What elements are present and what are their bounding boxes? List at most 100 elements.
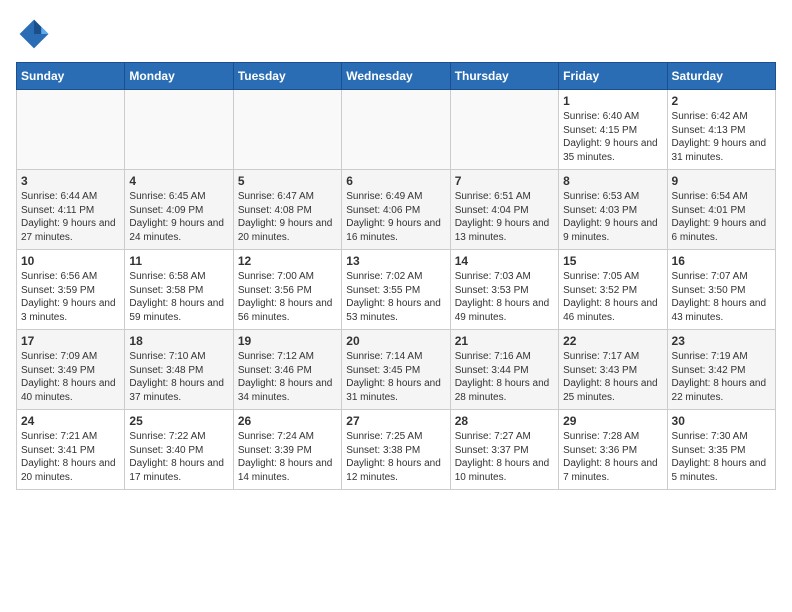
day-number: 22 [563,334,662,348]
day-info: Sunrise: 7:05 AM Sunset: 3:52 PM Dayligh… [563,270,662,324]
calendar-cell [125,90,233,170]
col-header-saturday: Saturday [667,63,775,90]
day-number: 10 [21,254,120,268]
day-info: Sunrise: 6:45 AM Sunset: 4:09 PM Dayligh… [129,190,228,244]
day-info: Sunrise: 7:03 AM Sunset: 3:53 PM Dayligh… [455,270,554,324]
day-number: 7 [455,174,554,188]
day-info: Sunrise: 7:12 AM Sunset: 3:46 PM Dayligh… [238,350,337,404]
calendar-cell: 14 Sunrise: 7:03 AM Sunset: 3:53 PM Dayli… [450,250,558,330]
logo-icon [16,16,52,52]
day-number: 29 [563,414,662,428]
day-number: 11 [129,254,228,268]
calendar-cell [342,90,450,170]
calendar-cell: 20 Sunrise: 7:14 AM Sunset: 3:45 PM Dayli… [342,330,450,410]
calendar-cell: 26 Sunrise: 7:24 AM Sunset: 3:39 PM Dayli… [233,410,341,490]
day-info: Sunrise: 7:30 AM Sunset: 3:35 PM Dayligh… [672,430,771,484]
col-header-wednesday: Wednesday [342,63,450,90]
day-number: 1 [563,94,662,108]
day-info: Sunrise: 6:47 AM Sunset: 4:08 PM Dayligh… [238,190,337,244]
day-info: Sunrise: 6:54 AM Sunset: 4:01 PM Dayligh… [672,190,771,244]
day-number: 14 [455,254,554,268]
day-info: Sunrise: 7:00 AM Sunset: 3:56 PM Dayligh… [238,270,337,324]
day-info: Sunrise: 7:02 AM Sunset: 3:55 PM Dayligh… [346,270,445,324]
day-number: 5 [238,174,337,188]
day-info: Sunrise: 7:27 AM Sunset: 3:37 PM Dayligh… [455,430,554,484]
day-number: 30 [672,414,771,428]
col-header-monday: Monday [125,63,233,90]
calendar-cell: 13 Sunrise: 7:02 AM Sunset: 3:55 PM Dayli… [342,250,450,330]
calendar-cell: 11Sunrise: 6:58 AM Sunset: 3:58 PM Dayli… [125,250,233,330]
calendar-cell: 5 Sunrise: 6:47 AM Sunset: 4:08 PM Daylig… [233,170,341,250]
day-info: Sunrise: 7:14 AM Sunset: 3:45 PM Dayligh… [346,350,445,404]
calendar-cell: 25Sunrise: 7:22 AM Sunset: 3:40 PM Dayli… [125,410,233,490]
day-info: Sunrise: 7:25 AM Sunset: 3:38 PM Dayligh… [346,430,445,484]
calendar-header-row: SundayMondayTuesdayWednesdayThursdayFrid… [17,63,776,90]
day-number: 28 [455,414,554,428]
day-info: Sunrise: 7:09 AM Sunset: 3:49 PM Dayligh… [21,350,120,404]
day-number: 17 [21,334,120,348]
day-number: 3 [21,174,120,188]
day-number: 18 [129,334,228,348]
day-number: 24 [21,414,120,428]
day-number: 13 [346,254,445,268]
calendar-cell: 9 Sunrise: 6:54 AM Sunset: 4:01 PM Daylig… [667,170,775,250]
calendar-cell: 1 Sunrise: 6:40 AM Sunset: 4:15 PM Daylig… [559,90,667,170]
calendar-cell: 7Sunrise: 6:51 AM Sunset: 4:04 PM Daylig… [450,170,558,250]
day-number: 9 [672,174,771,188]
day-info: Sunrise: 7:16 AM Sunset: 3:44 PM Dayligh… [455,350,554,404]
calendar-cell: 22 Sunrise: 7:17 AM Sunset: 3:43 PM Dayli… [559,330,667,410]
calendar-cell: 18 Sunrise: 7:10 AM Sunset: 3:48 PM Dayli… [125,330,233,410]
calendar-cell [450,90,558,170]
day-info: Sunrise: 7:28 AM Sunset: 3:36 PM Dayligh… [563,430,662,484]
day-number: 15 [563,254,662,268]
day-number: 26 [238,414,337,428]
calendar-cell: 12Sunrise: 7:00 AM Sunset: 3:56 PM Dayli… [233,250,341,330]
calendar-cell: 21 Sunrise: 7:16 AM Sunset: 3:44 PM Dayli… [450,330,558,410]
calendar-cell: 2Sunrise: 6:42 AM Sunset: 4:13 PM Daylig… [667,90,775,170]
calendar-week-row: 24 Sunrise: 7:21 AM Sunset: 3:41 PM Dayli… [17,410,776,490]
day-info: Sunrise: 6:40 AM Sunset: 4:15 PM Dayligh… [563,110,662,164]
day-number: 19 [238,334,337,348]
calendar-week-row: 3 Sunrise: 6:44 AM Sunset: 4:11 PM Daylig… [17,170,776,250]
calendar-cell: 17 Sunrise: 7:09 AM Sunset: 3:49 PM Dayli… [17,330,125,410]
day-info: Sunrise: 7:21 AM Sunset: 3:41 PM Dayligh… [21,430,120,484]
calendar-cell: 27 Sunrise: 7:25 AM Sunset: 3:38 PM Dayli… [342,410,450,490]
calendar-cell: 15 Sunrise: 7:05 AM Sunset: 3:52 PM Dayli… [559,250,667,330]
calendar-cell: 6Sunrise: 6:49 AM Sunset: 4:06 PM Daylig… [342,170,450,250]
day-info: Sunrise: 7:19 AM Sunset: 3:42 PM Dayligh… [672,350,771,404]
calendar-cell: 10 Sunrise: 6:56 AM Sunset: 3:59 PM Dayli… [17,250,125,330]
col-header-tuesday: Tuesday [233,63,341,90]
day-number: 21 [455,334,554,348]
day-number: 2 [672,94,771,108]
day-info: Sunrise: 7:17 AM Sunset: 3:43 PM Dayligh… [563,350,662,404]
calendar-cell: 29 Sunrise: 7:28 AM Sunset: 3:36 PM Dayli… [559,410,667,490]
logo [16,16,56,52]
day-number: 23 [672,334,771,348]
day-number: 16 [672,254,771,268]
day-info: Sunrise: 7:07 AM Sunset: 3:50 PM Dayligh… [672,270,771,324]
calendar-week-row: 1 Sunrise: 6:40 AM Sunset: 4:15 PM Daylig… [17,90,776,170]
calendar-cell: 8 Sunrise: 6:53 AM Sunset: 4:03 PM Daylig… [559,170,667,250]
calendar-cell: 4Sunrise: 6:45 AM Sunset: 4:09 PM Daylig… [125,170,233,250]
day-info: Sunrise: 6:49 AM Sunset: 4:06 PM Dayligh… [346,190,445,244]
day-info: Sunrise: 7:24 AM Sunset: 3:39 PM Dayligh… [238,430,337,484]
calendar-week-row: 17 Sunrise: 7:09 AM Sunset: 3:49 PM Dayli… [17,330,776,410]
page-header [16,16,776,52]
day-number: 20 [346,334,445,348]
day-info: Sunrise: 7:10 AM Sunset: 3:48 PM Dayligh… [129,350,228,404]
calendar-week-row: 10 Sunrise: 6:56 AM Sunset: 3:59 PM Dayli… [17,250,776,330]
calendar-cell: 30 Sunrise: 7:30 AM Sunset: 3:35 PM Dayli… [667,410,775,490]
calendar-cell [233,90,341,170]
calendar-cell: 3 Sunrise: 6:44 AM Sunset: 4:11 PM Daylig… [17,170,125,250]
calendar-cell: 28 Sunrise: 7:27 AM Sunset: 3:37 PM Dayli… [450,410,558,490]
day-info: Sunrise: 6:44 AM Sunset: 4:11 PM Dayligh… [21,190,120,244]
day-number: 27 [346,414,445,428]
day-number: 8 [563,174,662,188]
calendar-cell: 24 Sunrise: 7:21 AM Sunset: 3:41 PM Dayli… [17,410,125,490]
col-header-thursday: Thursday [450,63,558,90]
col-header-sunday: Sunday [17,63,125,90]
col-header-friday: Friday [559,63,667,90]
day-info: Sunrise: 6:53 AM Sunset: 4:03 PM Dayligh… [563,190,662,244]
day-info: Sunrise: 6:56 AM Sunset: 3:59 PM Dayligh… [21,270,120,324]
calendar-cell: 23 Sunrise: 7:19 AM Sunset: 3:42 PM Dayli… [667,330,775,410]
